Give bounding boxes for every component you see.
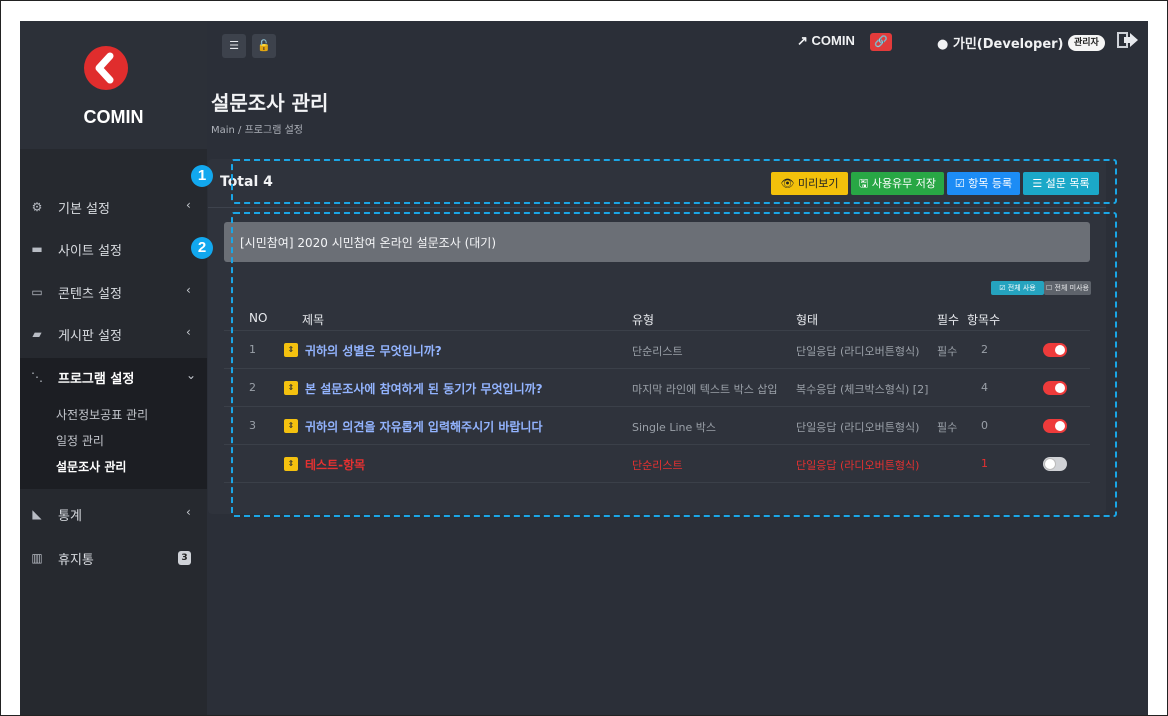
- annotation-marker-2: 2: [191, 237, 213, 259]
- sidebar-item-label: 게시판 설정: [58, 329, 122, 344]
- program-settings-submenu: 사전정보공표 관리 일정 관리 설문조사 관리: [20, 397, 207, 489]
- sidebar-item-trash[interactable]: ▥ 휴지통 3: [20, 539, 207, 579]
- chevron-left-icon: ‹: [186, 198, 191, 212]
- sidebar-sub-item-disclosure[interactable]: 사전정보공표 관리: [56, 406, 148, 423]
- trash-count-badge: 3: [178, 551, 191, 565]
- link-icon[interactable]: 🔗: [870, 33, 892, 51]
- role-badge: 관리자: [1068, 35, 1105, 51]
- logout-icon[interactable]: [1117, 29, 1139, 51]
- chevron-down-icon: ⌄: [186, 368, 197, 382]
- keyboard-icon: ▭: [31, 285, 43, 299]
- sidebar-item-basic-settings[interactable]: ⚙ 기본 설정 ‹: [20, 188, 207, 228]
- sidebar-item-label: 프로그램 설정: [58, 372, 135, 387]
- area-chart-icon: ◣: [32, 507, 42, 521]
- external-link-icon: ↗: [797, 33, 812, 48]
- menu-toggle-button[interactable]: ☰: [222, 34, 246, 58]
- top-bar: ☰ 🔓 ↗ COMIN 🔗 ● 가민(Developer) 관리자: [207, 21, 1148, 66]
- sitemap-icon: ⋱: [31, 370, 43, 384]
- sidebar-item-label: 기본 설정: [58, 202, 110, 217]
- page-title: 설문조사 관리: [211, 91, 329, 115]
- sidebar-item-content-settings[interactable]: ▭ 콘텐츠 설정 ‹: [20, 273, 207, 313]
- sidebar-item-label: 콘텐츠 설정: [58, 287, 122, 302]
- chevron-left-icon: ‹: [186, 325, 191, 339]
- sidebar-item-site-settings[interactable]: ▬ 사이트 설정: [20, 230, 207, 270]
- brand-area[interactable]: COMIN: [20, 21, 207, 149]
- sidebar-sub-item-survey[interactable]: 설문조사 관리: [56, 458, 126, 475]
- site-link-label: COMIN: [811, 33, 855, 48]
- comments-icon: ▰: [32, 327, 42, 341]
- unlock-button[interactable]: 🔓: [252, 34, 276, 58]
- sidebar-item-label: 사이트 설정: [58, 244, 122, 259]
- annotation-box-1: [231, 159, 1117, 204]
- sidebar-sub-item-schedule[interactable]: 일정 관리: [56, 432, 104, 449]
- sidebar-item-board-settings[interactable]: ▰ 게시판 설정 ‹: [20, 315, 207, 355]
- credit-card-icon: ▬: [31, 242, 43, 256]
- user-name: 가민(Developer): [952, 37, 1064, 52]
- user-menu[interactable]: ● 가민(Developer): [937, 33, 1064, 52]
- trash-icon: ▥: [31, 551, 43, 565]
- site-link[interactable]: ↗ COMIN: [797, 33, 855, 49]
- annotation-box-2: [231, 212, 1117, 517]
- sidebar-item-label: 통계: [58, 509, 82, 524]
- comin-logo-icon: [84, 46, 128, 90]
- brand-name: COMIN: [83, 107, 144, 127]
- sidebar-item-program-settings[interactable]: ⋱ 프로그램 설정 ⌄: [20, 358, 207, 398]
- divider: [208, 207, 1106, 208]
- breadcrumb[interactable]: Main / 프로그램 설정: [211, 121, 303, 136]
- app-window: COMIN ⚙ 기본 설정 ‹ ▬ 사이트 설정 ▭ 콘텐츠 설정 ‹ ▰ 게시…: [20, 21, 1148, 716]
- sidebar-item-statistics[interactable]: ◣ 통계 ‹: [20, 495, 207, 535]
- chevron-left-icon: ‹: [186, 283, 191, 297]
- user-icon: ●: [937, 37, 953, 52]
- list-icon: ☰: [229, 39, 239, 52]
- chevron-left-icon: ‹: [186, 505, 191, 519]
- sidebar-item-label: 휴지통: [58, 553, 94, 568]
- unlock-icon: 🔓: [257, 39, 271, 52]
- sidebar: COMIN ⚙ 기본 설정 ‹ ▬ 사이트 설정 ▭ 콘텐츠 설정 ‹ ▰ 게시…: [20, 21, 207, 716]
- annotation-marker-1: 1: [191, 165, 213, 187]
- gears-icon: ⚙: [31, 200, 43, 214]
